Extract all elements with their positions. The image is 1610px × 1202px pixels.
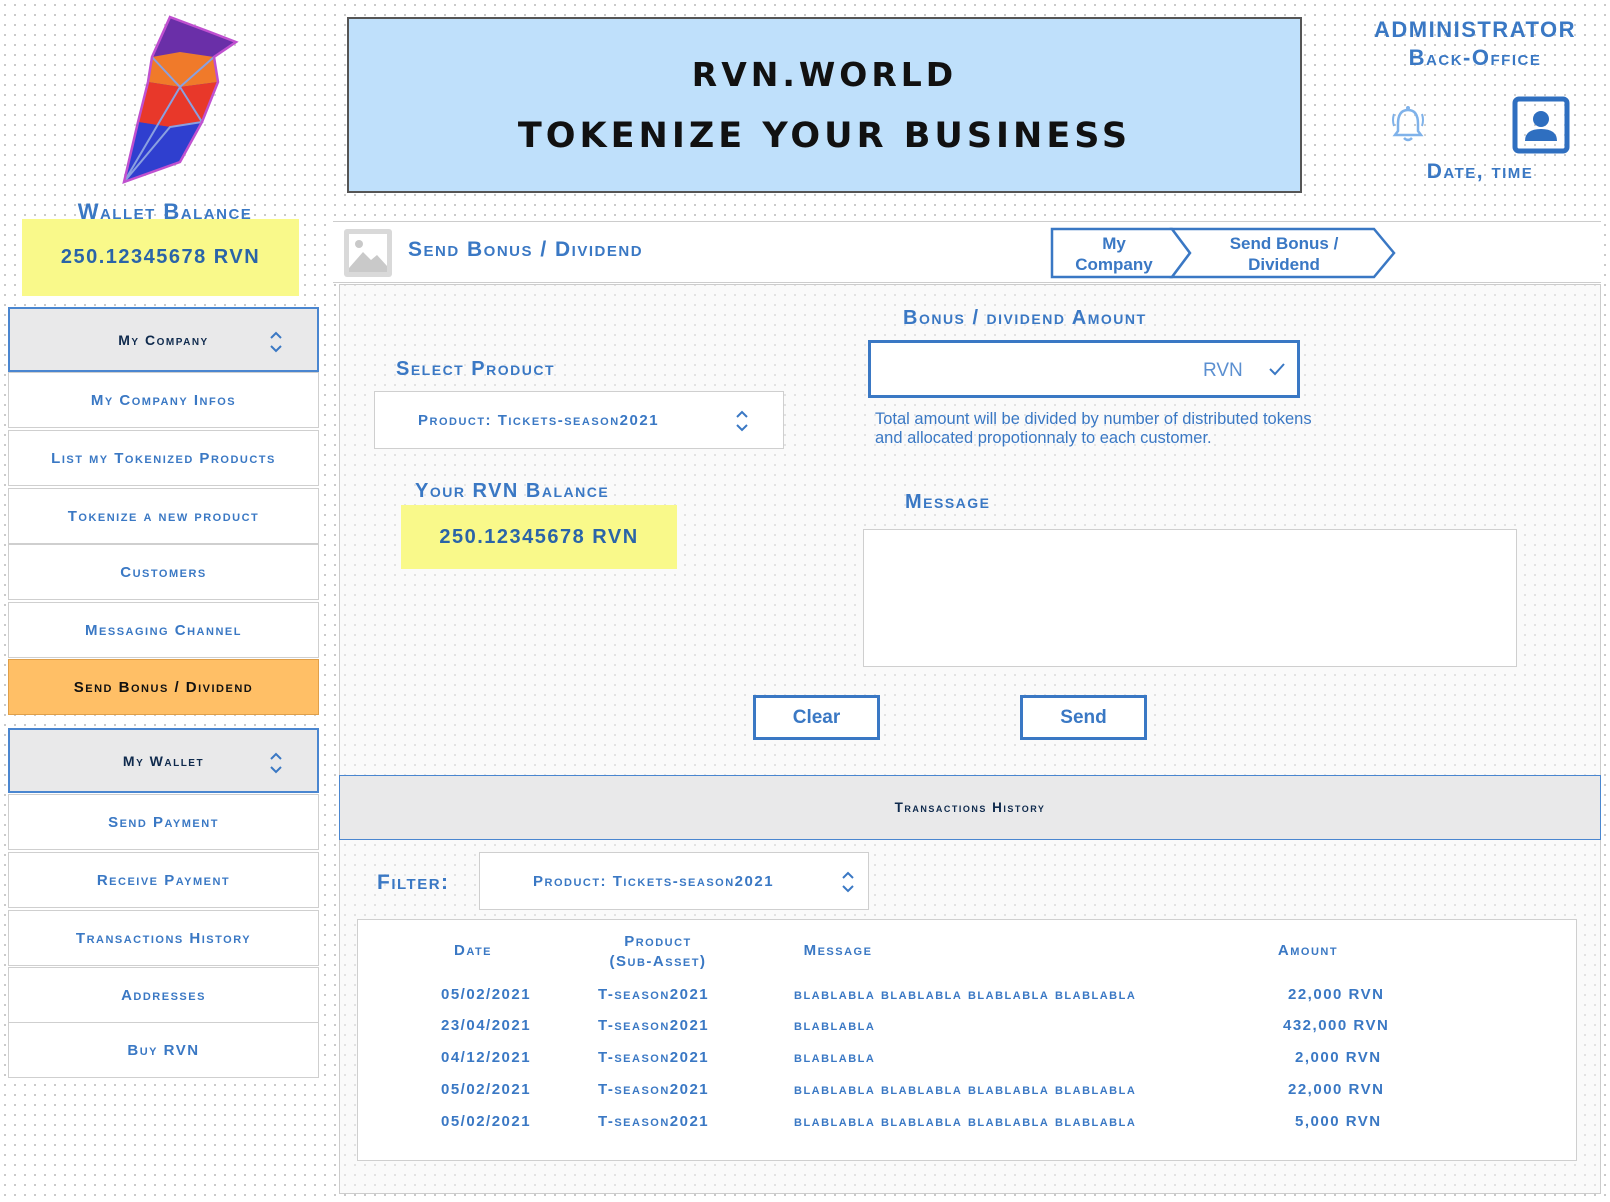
table-cell-message: blablabla bbox=[794, 1049, 876, 1066]
table-cell-message: blablabla bbox=[794, 1017, 876, 1034]
breadcrumb-my-company[interactable]: My bbox=[1102, 234, 1126, 253]
breadcrumb-send-bonus-2: Dividend bbox=[1248, 255, 1320, 274]
chevron-updown-icon bbox=[270, 331, 282, 353]
table-cell-amount: 2,000 RVN bbox=[1295, 1049, 1382, 1066]
sidebar-item-send-bonus[interactable]: Send Bonus / Dividend bbox=[8, 659, 319, 715]
sidebar-group-my-company[interactable]: My Company bbox=[8, 307, 319, 372]
amount-label: Bonus / dividend Amount bbox=[903, 307, 1147, 329]
product-select-value: Product: Tickets-season2021 bbox=[418, 411, 660, 429]
image-placeholder-icon bbox=[344, 229, 392, 277]
sidebar-item-tokenized-products[interactable]: List my Tokenized Products bbox=[8, 430, 319, 486]
breadcrumb-send-bonus: Send Bonus / bbox=[1230, 234, 1339, 253]
table-cell-product: T-season2021 bbox=[598, 1017, 710, 1034]
message-textarea[interactable] bbox=[863, 529, 1517, 667]
table-cell-amount: 22,000 RVN bbox=[1288, 1081, 1385, 1098]
table-cell-amount: 5,000 RVN bbox=[1295, 1113, 1382, 1130]
sidebar-item-transactions-history[interactable]: Transactions History bbox=[8, 910, 319, 966]
product-select[interactable]: Product: Tickets-season2021 bbox=[374, 391, 784, 449]
filter-select[interactable]: Product: Tickets-season2021 bbox=[479, 852, 869, 910]
sidebar-item-send-payment[interactable]: Send Payment bbox=[8, 794, 319, 850]
table-cell-message: blablabla blablabla blablabla blablabla bbox=[794, 1081, 1137, 1098]
bell-icon[interactable] bbox=[1390, 104, 1426, 144]
breadcrumb: My Company Send Bonus / Dividend bbox=[1050, 227, 1396, 279]
sidebar-group-my-wallet[interactable]: My Wallet bbox=[8, 728, 319, 793]
sidebar-item-buy-rvn[interactable]: Buy RVN bbox=[8, 1022, 319, 1078]
date-time: Date, time bbox=[1426, 160, 1534, 183]
select-product-label: Select Product bbox=[396, 358, 556, 380]
ravencoin-logo bbox=[122, 15, 239, 184]
send-button[interactable]: Send bbox=[1020, 695, 1147, 740]
sidebar-group-label: My Company bbox=[118, 331, 209, 348]
chevron-updown-icon bbox=[270, 752, 282, 774]
table-cell-date: 05/02/2021 bbox=[441, 986, 532, 1003]
admin-title: ADMINISTRATOR bbox=[1373, 17, 1576, 42]
breadcrumb-my-company-2[interactable]: Company bbox=[1075, 255, 1153, 274]
sidebar-item-tokenize-new[interactable]: Tokenize a new product bbox=[8, 488, 319, 544]
column-header-amount: Amount bbox=[1277, 942, 1339, 959]
table-cell-product: T-season2021 bbox=[598, 1049, 710, 1066]
site-title: RVN.WORLD bbox=[691, 54, 958, 94]
table-cell-date: 05/02/2021 bbox=[441, 1081, 532, 1098]
wallet-balance-value: 250.12345678 RVN bbox=[22, 219, 299, 296]
chevron-updown-icon bbox=[736, 410, 748, 432]
table-cell-product: T-season2021 bbox=[598, 1113, 710, 1130]
sidebar-group-label: My Wallet bbox=[122, 752, 205, 769]
transactions-table: Date Product (Sub-Asset) Message Amount … bbox=[357, 919, 1577, 1161]
table-cell-date: 05/02/2021 bbox=[441, 1113, 532, 1130]
column-header-message: Message bbox=[803, 942, 873, 959]
sidebar-item-customers[interactable]: Customers bbox=[8, 544, 319, 600]
amount-unit: RVN bbox=[1203, 360, 1243, 381]
table-cell-amount: 22,000 RVN bbox=[1288, 986, 1385, 1003]
table-cell-amount: 432,000 RVN bbox=[1283, 1017, 1390, 1034]
page-title: Send Bonus / Dividend bbox=[408, 238, 644, 261]
sidebar-item-company-infos[interactable]: My Company Infos bbox=[8, 372, 319, 428]
transactions-history-header[interactable]: Transactions History bbox=[339, 775, 1601, 840]
filter-select-value: Product: Tickets-season2021 bbox=[533, 872, 775, 890]
site-tagline: TOKENIZE YOUR BUSINESS bbox=[517, 115, 1132, 156]
sidebar-item-addresses[interactable]: Addresses bbox=[8, 967, 319, 1023]
table-cell-message: blablabla blablabla blablabla blablabla bbox=[794, 1113, 1137, 1130]
message-label: Message bbox=[905, 491, 991, 513]
chevron-updown-icon bbox=[842, 871, 854, 893]
table-cell-message: blablabla blablabla blablabla blablabla bbox=[794, 986, 1137, 1003]
rvn-balance-label: Your RVN Balance bbox=[415, 480, 610, 502]
sidebar-item-receive-payment[interactable]: Receive Payment bbox=[8, 852, 319, 908]
admin-subtitle: Back-Office bbox=[1408, 45, 1542, 70]
header-banner: RVN.WORLD TOKENIZE YOUR BUSINESS bbox=[347, 17, 1302, 193]
table-cell-date: 23/04/2021 bbox=[441, 1017, 532, 1034]
filter-label: Filter: bbox=[377, 871, 450, 894]
table-cell-product: T-season2021 bbox=[598, 1081, 710, 1098]
clear-button[interactable]: Clear bbox=[753, 695, 880, 740]
rvn-balance-value: 250.12345678 RVN bbox=[401, 505, 677, 569]
sidebar-item-messaging[interactable]: Messaging Channel bbox=[8, 602, 319, 658]
admin-label: ADMINISTRATOR Back-Office bbox=[1355, 16, 1595, 72]
user-profile-icon[interactable] bbox=[1512, 96, 1570, 154]
amount-help-text: Total amount will be divided by number o… bbox=[875, 410, 1312, 447]
column-header-product: Product (Sub-Asset) bbox=[609, 933, 707, 970]
table-cell-date: 04/12/2021 bbox=[441, 1049, 532, 1066]
column-header-date: Date bbox=[453, 942, 493, 959]
check-icon bbox=[1269, 363, 1285, 376]
table-cell-product: T-season2021 bbox=[598, 986, 710, 1003]
